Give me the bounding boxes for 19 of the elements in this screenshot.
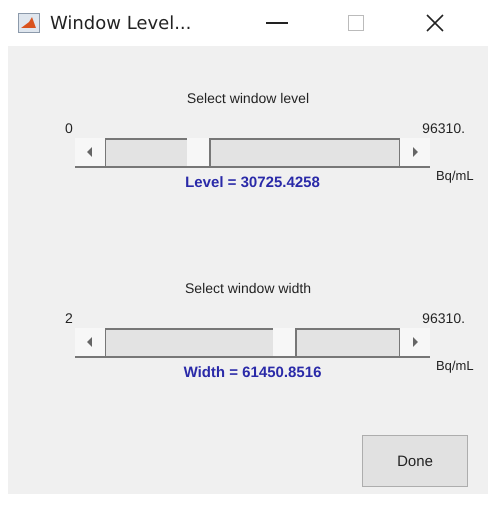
- slider-thumb[interactable]: [272, 328, 297, 356]
- max-label: 96310.: [422, 120, 465, 136]
- min-label: 2: [65, 310, 73, 326]
- value-reading: Width = 61450.8516: [182, 364, 322, 381]
- slider-thumb[interactable]: [186, 138, 211, 166]
- min-label: 0: [65, 120, 73, 136]
- done-button[interactable]: Done: [362, 435, 468, 487]
- slider-title: Select window level: [186, 90, 310, 106]
- unit-label: Bq/mL: [436, 358, 474, 375]
- close-icon[interactable]: [426, 14, 444, 32]
- max-label: 96310.: [422, 310, 465, 326]
- slider-title: Select window width: [184, 280, 312, 296]
- window-title: Window Level...: [50, 12, 192, 34]
- value-reading: Level = 30725.4258: [184, 174, 321, 191]
- app-icon: [18, 13, 40, 33]
- scrollbar[interactable]: [75, 328, 430, 358]
- scrollbar[interactable]: [75, 138, 430, 168]
- minimize-icon[interactable]: [266, 21, 288, 25]
- unit-label: Bq/mL: [436, 168, 474, 185]
